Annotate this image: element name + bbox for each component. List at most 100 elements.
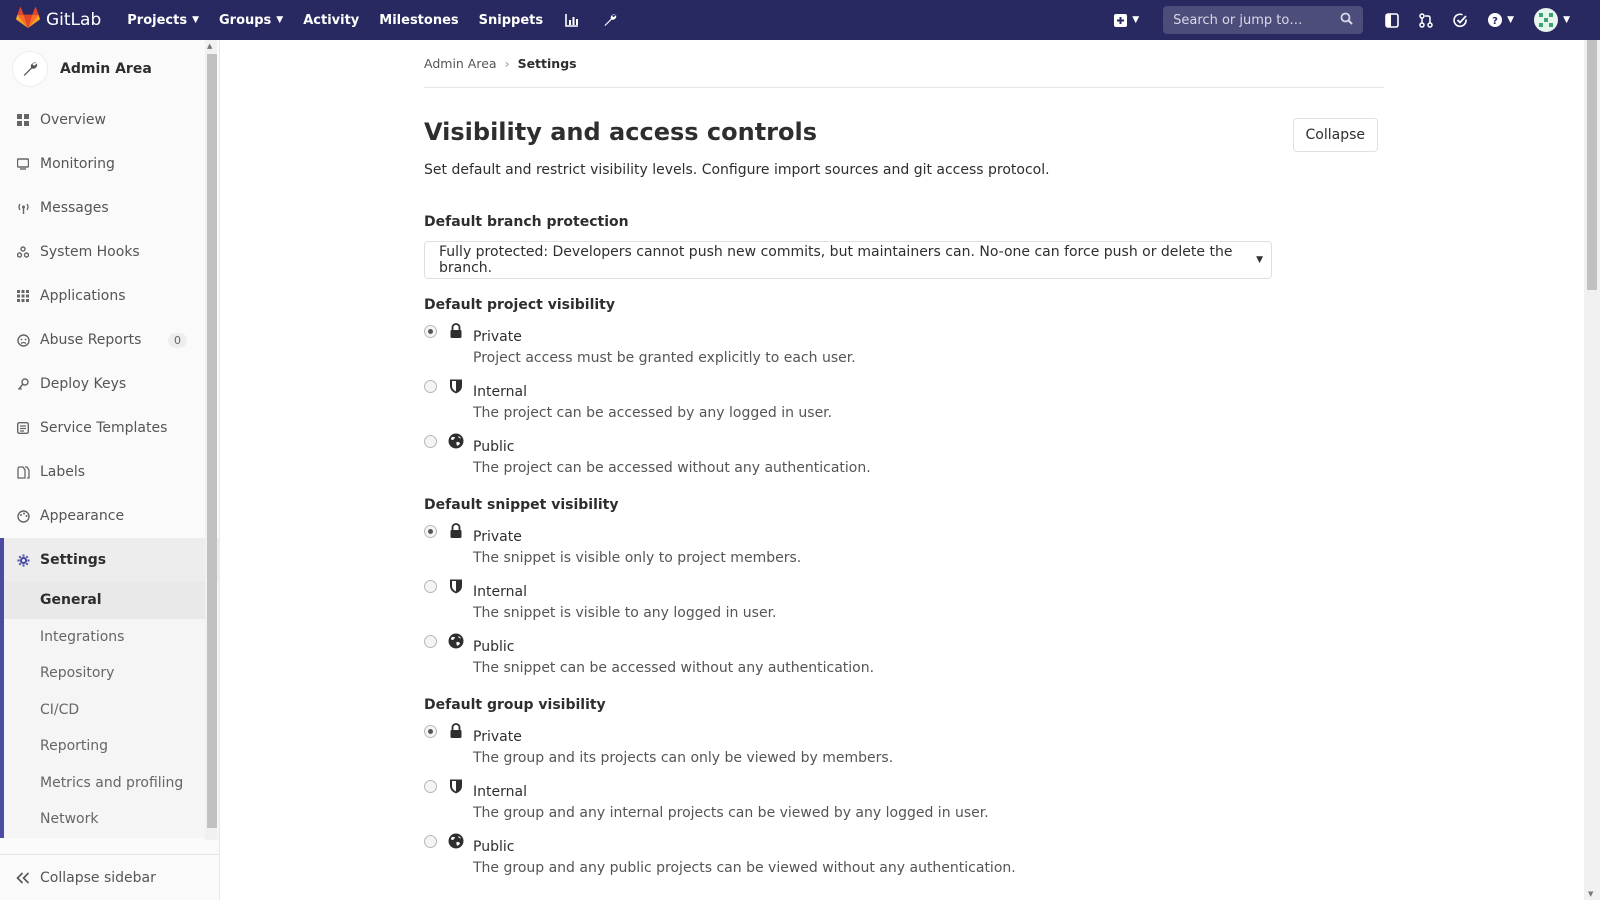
template-icon <box>16 421 30 435</box>
sidebar-item-overview[interactable]: Overview <box>0 98 219 142</box>
sidebar-item-deploy-keys[interactable]: Deploy Keys <box>0 362 219 406</box>
snippet-public-radio[interactable] <box>424 635 437 648</box>
option-label[interactable]: Public <box>473 439 514 455</box>
sidebar-subitem-general[interactable]: General <box>0 582 206 619</box>
project-visibility-private: Private Project access must be granted e… <box>424 315 1384 370</box>
snippet-visibility-internal: Internal The snippet is visible to any l… <box>424 570 1384 625</box>
search-input[interactable]: Search or jump to… <box>1163 6 1364 34</box>
breadcrumb-current[interactable]: Settings <box>518 56 577 71</box>
project-internal-radio[interactable] <box>424 380 437 393</box>
merge-request-icon[interactable] <box>1419 12 1433 28</box>
svg-text:?: ? <box>1492 16 1498 27</box>
chevron-down-icon: ▼ <box>276 15 284 25</box>
page-scroll-thumb[interactable] <box>1587 40 1597 290</box>
abuse-icon <box>16 333 30 347</box>
project-public-radio[interactable] <box>424 435 437 448</box>
search-placeholder: Search or jump to… <box>1173 12 1303 28</box>
nav-groups-label: Groups <box>218 12 272 28</box>
chevron-down-icon: ▼ <box>1563 15 1570 25</box>
sidebar-subitem-ci-cd[interactable]: CI/CD <box>0 691 219 728</box>
chevron-down-icon: ▼ <box>1132 15 1140 25</box>
page-scrollbar[interactable]: ▼ <box>1584 40 1600 900</box>
project-visibility-label: Default project visibility <box>424 297 615 313</box>
sidebar-subitem-metrics[interactable]: Metrics and profiling <box>0 764 219 801</box>
snippet-private-radio[interactable] <box>424 525 437 538</box>
sidebar-scroll-thumb[interactable] <box>207 54 217 828</box>
option-label[interactable]: Internal <box>473 784 527 800</box>
group-internal-radio[interactable] <box>424 780 437 793</box>
sidebar-scrollbar[interactable]: ▲ <box>205 40 217 840</box>
sidebar-item-messages[interactable]: Messages <box>0 186 219 230</box>
todo-icon[interactable] <box>1453 13 1468 28</box>
sidebar-item-monitoring[interactable]: Monitoring <box>0 142 219 186</box>
branch-protection-select[interactable]: Fully protected: Developers cannot push … <box>424 241 1272 279</box>
sidebar-item-settings[interactable]: Settings <box>0 538 219 582</box>
monitoring-icon <box>16 157 30 171</box>
sidebar-item-service-templates[interactable]: Service Templates <box>0 406 219 450</box>
breadcrumb-admin-area[interactable]: Admin Area <box>424 56 497 71</box>
shield-icon <box>448 778 464 794</box>
nav-activity-label: Activity <box>303 12 360 28</box>
lock-icon <box>448 523 464 539</box>
nav-activity[interactable]: Activity <box>303 13 359 28</box>
shield-icon <box>448 578 464 594</box>
collapse-sidebar-label: Collapse sidebar <box>40 869 156 886</box>
snippet-visibility-private: Private The snippet is visible only to p… <box>424 515 1384 570</box>
appearance-icon <box>16 509 30 523</box>
sidebar-item-label: Applications <box>40 288 126 304</box>
scroll-up-icon[interactable]: ▲ <box>207 42 212 50</box>
nav-milestones-label: Milestones <box>379 12 459 28</box>
nav-snippets[interactable]: Snippets <box>479 13 543 28</box>
project-private-radio[interactable] <box>424 325 437 338</box>
wrench-icon[interactable] <box>603 13 617 27</box>
sidebar-item-appearance[interactable]: Appearance <box>0 494 219 538</box>
option-label[interactable]: Public <box>473 839 514 855</box>
help-icon[interactable]: ? ▼ <box>1488 13 1514 27</box>
nav-milestones[interactable]: Milestones <box>379 13 458 28</box>
nav-projects[interactable]: Projects ▼ <box>127 13 199 28</box>
collapse-section-button[interactable]: Collapse <box>1292 118 1378 152</box>
sidebar-toggle-icon[interactable] <box>1385 12 1399 28</box>
option-label[interactable]: Public <box>473 639 514 655</box>
option-help: The project can be accessed by any logge… <box>473 405 833 421</box>
snippet-internal-radio[interactable] <box>424 580 437 593</box>
user-avatar[interactable]: ▼ <box>1534 8 1570 32</box>
sidebar-item-labels[interactable]: Labels <box>0 450 219 494</box>
lock-icon <box>448 723 464 739</box>
new-item-icon[interactable]: ▼ <box>1114 13 1140 27</box>
sidebar-item-abuse-reports[interactable]: Abuse Reports 0 <box>0 318 219 362</box>
option-label[interactable]: Private <box>473 529 522 545</box>
breadcrumb-separator: › <box>504 56 510 71</box>
option-label[interactable]: Internal <box>473 584 527 600</box>
collapse-sidebar-button[interactable]: Collapse sidebar <box>0 854 219 900</box>
hook-icon <box>16 245 30 259</box>
sidebar-item-system-hooks[interactable]: System Hooks <box>0 230 219 274</box>
project-visibility-public: Public The project can be accessed witho… <box>424 425 1384 480</box>
group-public-radio[interactable] <box>424 835 437 848</box>
option-help: The snippet is visible to any logged in … <box>473 605 777 621</box>
chart-icon[interactable] <box>565 13 579 27</box>
sidebar-subitem-integrations[interactable]: Integrations <box>0 618 219 655</box>
shield-icon <box>448 378 464 394</box>
overview-icon <box>16 113 30 127</box>
double-chevron-left-icon <box>16 871 30 884</box>
sidebar-item-applications[interactable]: Applications <box>0 274 219 318</box>
scroll-down-icon[interactable]: ▼ <box>1588 890 1593 898</box>
sidebar-subitem-reporting[interactable]: Reporting <box>0 728 219 765</box>
sidebar-subitem-network[interactable]: Network <box>0 801 219 838</box>
option-label[interactable]: Private <box>473 729 522 745</box>
option-label[interactable]: Internal <box>473 384 527 400</box>
sidebar-context-header[interactable]: Admin Area <box>0 40 219 98</box>
branch-protection-value: Fully protected: Developers cannot push … <box>439 244 1233 276</box>
snippet-visibility-public: Public The snippet can be accessed witho… <box>424 625 1384 680</box>
sidebar-item-label: Overview <box>40 112 106 128</box>
sidebar-item-label: Monitoring <box>40 156 115 172</box>
option-label[interactable]: Private <box>473 329 522 345</box>
sidebar-subitem-repository[interactable]: Repository <box>0 655 219 692</box>
nav-groups[interactable]: Groups ▼ <box>219 13 283 28</box>
chevron-down-icon: ▼ <box>1507 15 1515 25</box>
gitlab-home-link[interactable]: GitLab <box>16 0 101 40</box>
sidebar-item-label: Labels <box>40 464 86 480</box>
group-private-radio[interactable] <box>424 725 437 738</box>
visibility-section-header: Visibility and access controls Set defau… <box>424 118 1384 178</box>
